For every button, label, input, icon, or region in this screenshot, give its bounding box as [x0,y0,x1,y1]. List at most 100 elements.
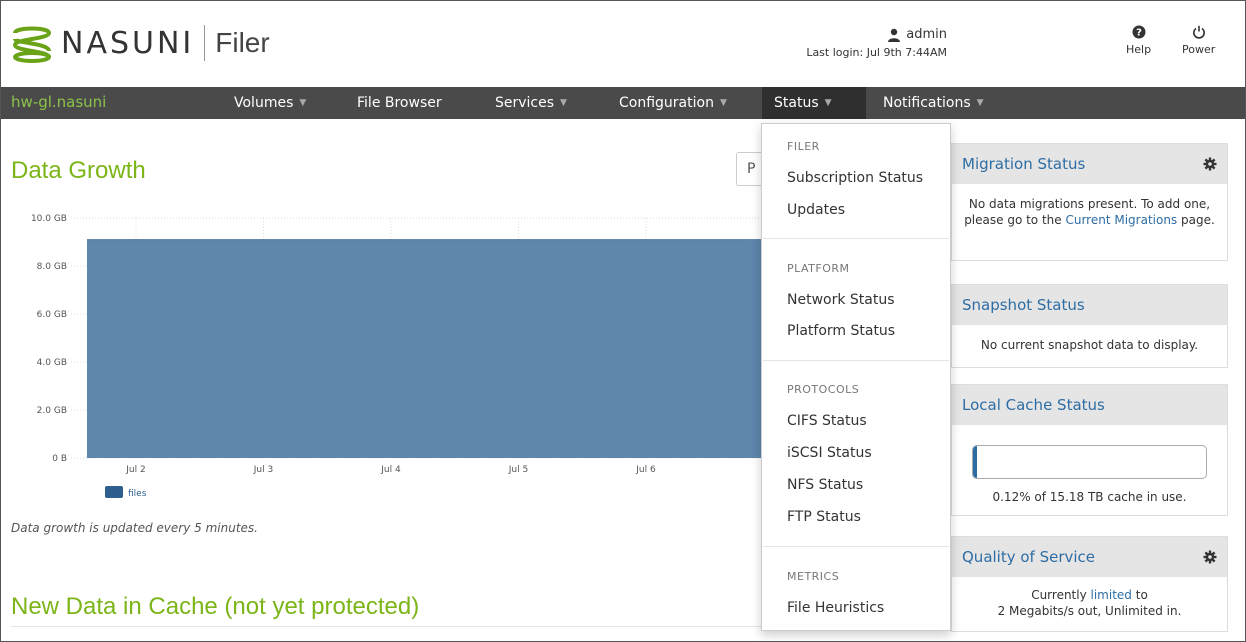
help-icon: ? [1132,25,1146,39]
migration-status-body: No data migrations present. To add one, … [952,184,1227,240]
data-growth-chart: 0 B 2.0 GB 4.0 GB 6.0 GB 8.0 GB 10.0 GB Jul 2 J… [31,214,761,499]
menu-item-iscsi-status[interactable]: iSCSI Status [787,445,872,461]
user-info[interactable]: admin Last login: Jul 9th 7:44AM [806,27,947,59]
nav-file-browser[interactable]: File Browser [345,87,454,119]
username: admin [906,27,947,42]
qos-text-end: to [1131,588,1148,602]
power-button[interactable]: Power [1182,25,1215,56]
main-navbar: hw-gl.nasuni Volumes ▼ File Browser Servi… [1,87,1245,119]
y-tick-label: 0 B [52,454,67,464]
chevron-down-icon: ▼ [976,98,984,108]
nav-configuration-label: Configuration [619,95,714,111]
panel-header: Quality of Service [952,537,1227,577]
y-tick-label: 2.0 GB [37,406,67,416]
nav-services[interactable]: Services ▼ [483,87,579,119]
legend-label: files [128,489,147,499]
menu-item-cifs-status[interactable]: CIFS Status [787,413,867,429]
menu-header-metrics: METRICS [787,570,840,583]
app-window: NASUNI Filer admin Last login: Jul 9th 7… [0,0,1246,642]
nav-notifications[interactable]: Notifications ▼ [871,87,996,119]
x-tick-label: Jul 5 [508,465,528,475]
snapshot-status-body: No current snapshot data to display. [980,338,1199,352]
area-series-files [87,239,761,458]
menu-item-ftp-status[interactable]: FTP Status [787,509,861,525]
brand-name: NASUNI [61,25,195,61]
menu-divider [763,238,949,239]
snapshot-status-panel: Snapshot Status No current snapshot data… [951,284,1228,368]
y-tick-label: 4.0 GB [37,358,67,368]
chevron-down-icon: ▼ [560,98,567,108]
y-tick-label: 8.0 GB [37,262,67,272]
help-button[interactable]: ? Help [1126,25,1151,56]
migration-text-end: page. [1177,213,1215,228]
y-tick-label: 10.0 GB [31,214,67,224]
x-tick-label: Jul 6 [635,465,656,475]
migration-status-panel: Migration Status No data migrations pres… [951,143,1228,261]
migration-status-title[interactable]: Migration Status [962,155,1085,173]
logo[interactable]: NASUNI Filer [11,23,270,63]
panel-header: Local Cache Status [952,385,1227,425]
quality-of-service-panel: Quality of Service Currently limited to … [951,536,1228,632]
nav-volumes-label: Volumes [234,95,294,111]
local-cache-title[interactable]: Local Cache Status [962,396,1105,414]
current-migrations-link[interactable]: Current Migrations [1065,213,1177,227]
new-data-title: New Data in Cache (not yet protected) [11,593,420,620]
menu-item-file-heuristics[interactable]: File Heuristics [787,600,884,616]
growth-note: Data growth is updated every 5 minutes. [11,521,258,535]
qos-body: Currently limited to 2 Megabits/s out, U… [952,577,1227,631]
cache-progress-bar [972,445,1207,479]
user-menu[interactable]: admin [806,27,947,42]
qos-limited-link[interactable]: limited [1091,588,1132,602]
x-tick-label: Jul 4 [380,465,401,475]
menu-header-platform: PLATFORM [787,262,850,275]
menu-header-protocols: PROTOCOLS [787,383,860,396]
nav-file-browser-label: File Browser [357,95,442,111]
status-dropdown-menu: FILER Subscription Status Updates PLATFO… [761,123,951,631]
header: NASUNI Filer admin Last login: Jul 9th 7… [1,1,1245,87]
menu-item-network-status[interactable]: Network Status [787,292,895,308]
power-icon [1192,25,1205,39]
svg-text:?: ? [1136,28,1142,39]
nav-status[interactable]: Status ▼ [762,87,866,119]
help-label: Help [1126,43,1152,56]
cache-progress-fill [973,446,977,478]
x-tick-label: Jul 3 [253,465,273,475]
gear-icon[interactable] [1203,157,1217,171]
x-tick-label: Jul 2 [125,465,145,475]
nav-configuration[interactable]: Configuration ▼ [607,87,739,119]
logo-separator [204,25,206,61]
nav-status-label: Status [774,95,819,111]
menu-item-updates[interactable]: Updates [787,202,845,218]
chevron-down-icon: ▼ [824,98,832,108]
panel-header: Snapshot Status [952,285,1227,325]
menu-item-platform-status[interactable]: Platform Status [787,323,895,339]
y-tick-label: 6.0 GB [37,310,67,320]
chevron-down-icon: ▼ [299,98,307,108]
qos-title[interactable]: Quality of Service [962,548,1095,566]
cache-usage-text: 0.12% of 15.18 TB cache in use. [992,490,1187,504]
power-label: Power [1182,43,1216,56]
menu-item-nfs-status[interactable]: NFS Status [787,477,863,493]
local-cache-panel: Local Cache Status 0.12% of 15.18 TB cac… [951,384,1228,516]
last-login: Last login: Jul 9th 7:44AM [806,46,947,59]
menu-item-subscription-status[interactable]: Subscription Status [787,170,923,186]
nav-volumes[interactable]: Volumes ▼ [222,87,318,119]
product-name: Filer [215,27,270,58]
gear-icon[interactable] [1203,550,1217,564]
user-icon [888,28,901,42]
menu-header-filer: FILER [787,140,820,153]
local-cache-body: 0.12% of 15.18 TB cache in use. [952,425,1227,517]
menu-divider [763,546,949,547]
chevron-down-icon: ▼ [719,98,727,108]
snapshot-status-title[interactable]: Snapshot Status [962,296,1085,314]
qos-text: Currently [1031,588,1091,602]
nav-notifications-label: Notifications [883,95,971,111]
legend-swatch [105,486,123,498]
qos-rate: 2 Megabits/s out, Unlimited in. [997,604,1182,619]
nav-services-label: Services [495,95,555,111]
data-growth-title: Data Growth [11,157,146,184]
panel-header: Migration Status [952,144,1227,184]
menu-divider [763,360,949,361]
hostname-link[interactable]: hw-gl.nasuni [11,93,106,111]
nasuni-logo-icon [12,26,52,63]
